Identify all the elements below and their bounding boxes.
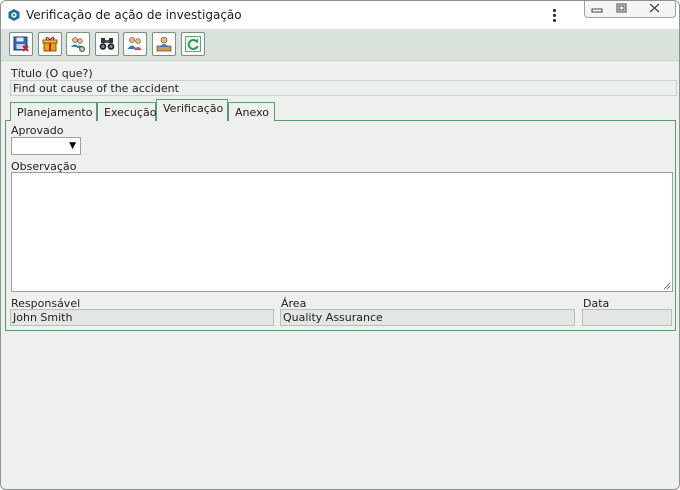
toolbar [1, 29, 679, 61]
area-field[interactable]: Quality Assurance [280, 309, 575, 326]
observacao-textarea[interactable] [11, 172, 673, 292]
user-record-icon [156, 36, 172, 52]
refresh-icon [185, 36, 201, 52]
save-exit-button[interactable] [9, 32, 33, 56]
more-options-icon[interactable] [551, 8, 559, 24]
close-button[interactable] [641, 1, 671, 17]
refresh-button[interactable] [181, 32, 205, 56]
close-icon [649, 3, 660, 13]
title-bar[interactable]: Verificação de ação de investigação [1, 1, 679, 29]
binoculars-icon [99, 38, 115, 50]
data-field[interactable] [582, 309, 672, 326]
tab-anexo[interactable]: Anexo [228, 102, 275, 121]
gift-icon [42, 37, 58, 52]
restore-button[interactable] [607, 1, 637, 17]
app-logo-icon [8, 9, 20, 21]
dialog-window: Verificação de ação de investigação Títu… [0, 0, 680, 490]
users-config-button[interactable] [66, 32, 90, 56]
tab-planejamento[interactable]: Planejamento [10, 102, 97, 121]
window-controls [584, 1, 676, 18]
resize-grip-icon[interactable] [662, 281, 671, 290]
user-record-button[interactable] [152, 32, 176, 56]
users-icon [127, 37, 142, 50]
titulo-label: Título (O que?) [11, 67, 93, 80]
users-gear-icon [71, 37, 85, 52]
tab-verificacao[interactable]: Verificação [156, 99, 228, 121]
titulo-field[interactable]: Find out cause of the accident [10, 80, 677, 96]
window-title: Verificação de ação de investigação [26, 8, 242, 22]
restore-icon [616, 3, 627, 13]
gift-button[interactable] [38, 32, 62, 56]
aprovado-select[interactable]: ▼ [11, 137, 81, 155]
aprovado-label: Aprovado [11, 124, 64, 137]
responsavel-field[interactable]: John Smith [10, 309, 274, 326]
dropdown-arrow-icon: ▼ [69, 141, 76, 151]
search-button[interactable] [95, 32, 119, 56]
users-button[interactable] [123, 32, 147, 56]
floppy-close-icon [13, 36, 29, 52]
tab-execucao[interactable]: Execução [97, 102, 156, 121]
